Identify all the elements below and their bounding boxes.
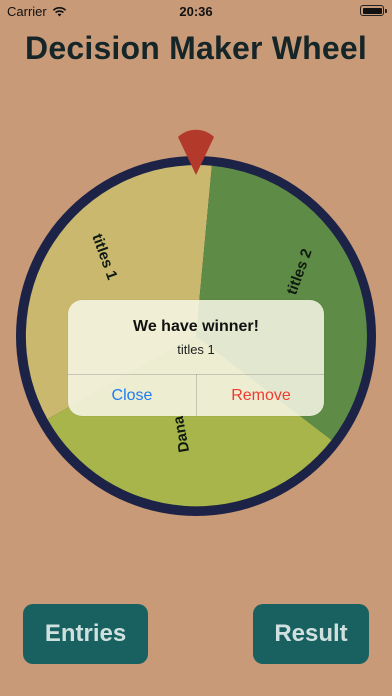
alert-remove-button[interactable]: Remove <box>197 375 324 416</box>
alert-close-button[interactable]: Close <box>68 375 196 416</box>
winner-alert: We have winner! titles 1 Close Remove <box>68 300 324 416</box>
alert-title: We have winner! <box>133 318 259 335</box>
entries-button[interactable]: Entries <box>23 604 148 664</box>
result-button[interactable]: Result <box>253 604 369 664</box>
alert-message: titles 1 <box>177 342 215 357</box>
